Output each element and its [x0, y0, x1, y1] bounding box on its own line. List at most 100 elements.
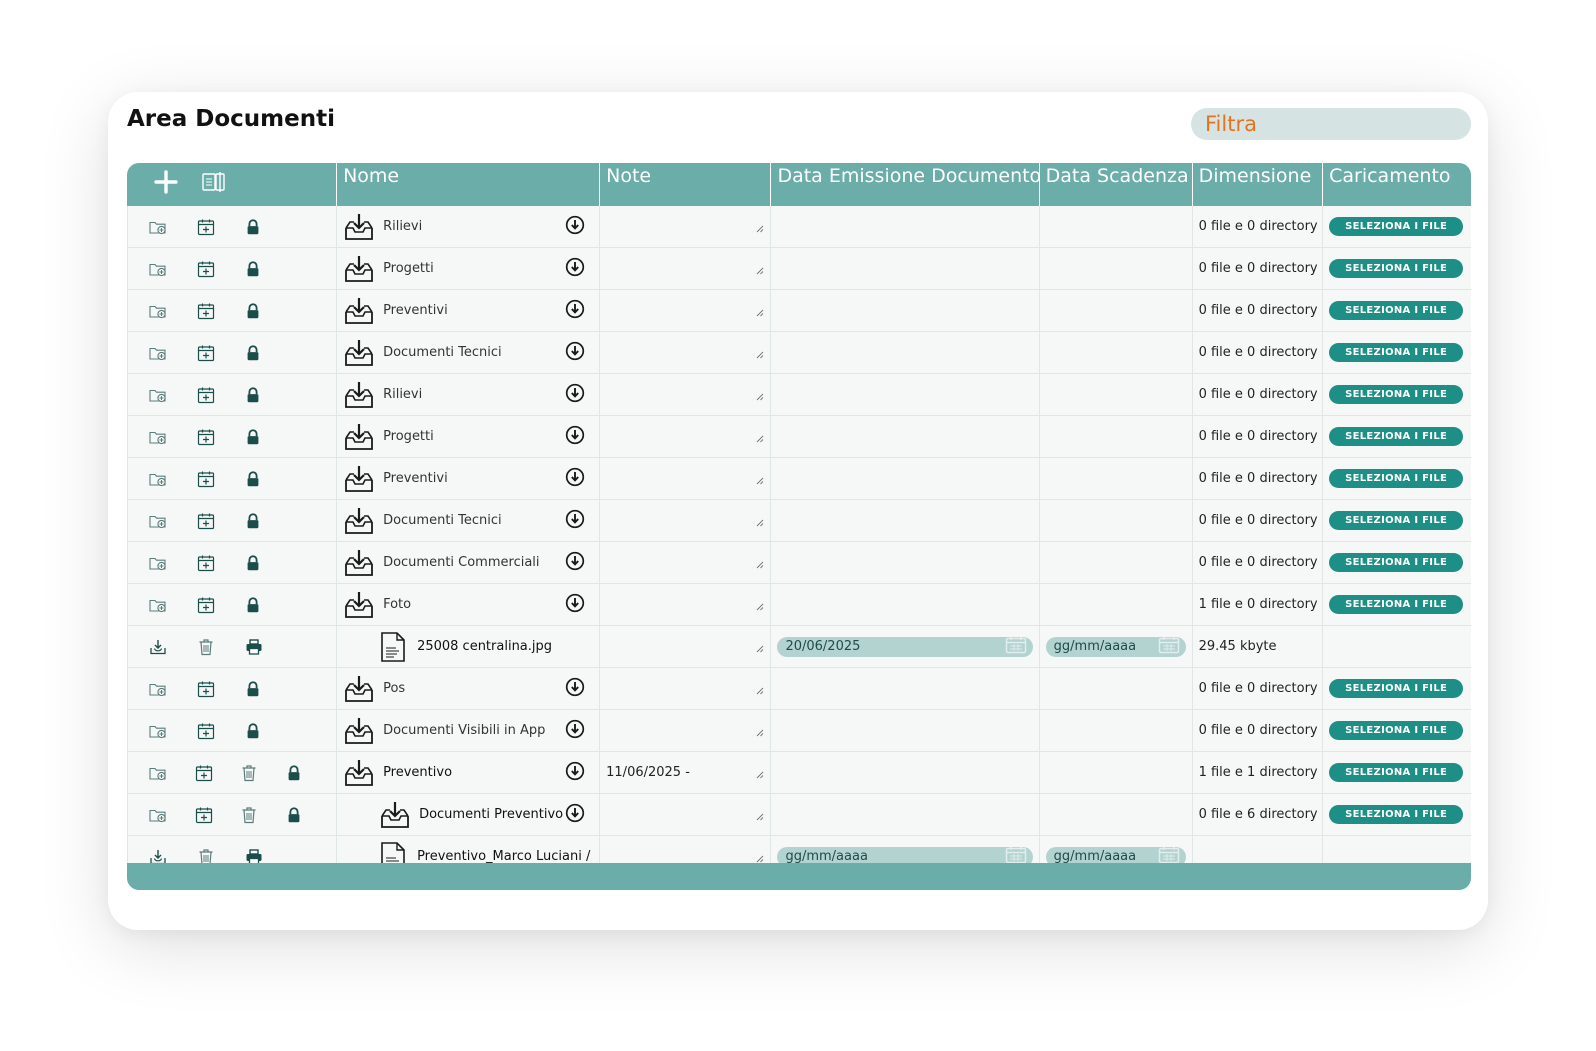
folder-name[interactable]: Preventivi [383, 471, 565, 486]
column-header-nome[interactable]: Nome [337, 163, 601, 206]
folder-download-icon[interactable] [343, 253, 375, 285]
folder-name[interactable]: Progetti [383, 429, 565, 444]
note-text[interactable]: 11/06/2025 - [606, 765, 690, 780]
select-files-button[interactable]: SELEZIONA I FILE [1329, 721, 1464, 740]
calendar-add-icon[interactable] [196, 343, 216, 363]
lock-icon[interactable] [244, 386, 262, 404]
add-folder-icon[interactable] [148, 301, 168, 321]
file-name[interactable]: 25008 centralina.jpg [417, 639, 593, 654]
circle-download-icon[interactable] [565, 593, 585, 617]
select-files-button[interactable]: SELEZIONA I FILE [1329, 469, 1464, 488]
note-cell[interactable]: 11/06/2025 - [600, 752, 772, 794]
folder-name[interactable]: Pos [383, 681, 565, 696]
add-folder-icon[interactable] [148, 385, 168, 405]
note-cell[interactable] [600, 416, 772, 458]
plus-icon[interactable] [153, 169, 179, 200]
add-folder-icon[interactable] [148, 427, 168, 447]
note-cell[interactable] [600, 500, 772, 542]
folder-download-icon[interactable] [379, 799, 411, 831]
resize-grip-icon[interactable] [756, 558, 764, 573]
add-folder-icon[interactable] [148, 679, 168, 699]
trash-icon[interactable] [239, 805, 259, 825]
folder-download-icon[interactable] [343, 757, 375, 789]
note-cell[interactable] [600, 626, 772, 668]
add-folder-icon[interactable] [148, 259, 168, 279]
note-cell[interactable] [600, 374, 772, 416]
add-folder-icon[interactable] [148, 343, 168, 363]
folder-download-icon[interactable] [343, 547, 375, 579]
columns-toggle-icon[interactable] [201, 170, 227, 199]
folder-name[interactable]: Documenti Preventivo [419, 807, 565, 822]
calendar-add-icon[interactable] [194, 805, 214, 825]
calendar-add-icon[interactable] [196, 301, 216, 321]
folder-name[interactable]: Preventivi [383, 303, 565, 318]
select-files-button[interactable]: SELEZIONA I FILE [1329, 805, 1464, 824]
calendar-add-icon[interactable] [196, 469, 216, 489]
folder-name[interactable]: Documenti Commerciali [383, 555, 565, 570]
circle-download-icon[interactable] [565, 383, 585, 407]
resize-grip-icon[interactable] [756, 810, 764, 825]
circle-download-icon[interactable] [565, 509, 585, 533]
filter-input[interactable] [1191, 108, 1471, 140]
add-folder-icon[interactable] [148, 805, 168, 825]
circle-download-icon[interactable] [565, 467, 585, 491]
file-name[interactable]: Preventivo_Marco Luciani / [417, 849, 593, 864]
folder-download-icon[interactable] [343, 211, 375, 243]
note-cell[interactable] [600, 710, 772, 752]
select-files-button[interactable]: SELEZIONA I FILE [1329, 301, 1464, 320]
calendar-add-icon[interactable] [196, 511, 216, 531]
calendar-add-icon[interactable] [196, 259, 216, 279]
add-folder-icon[interactable] [148, 721, 168, 741]
lock-icon[interactable] [244, 344, 262, 362]
folder-download-icon[interactable] [343, 421, 375, 453]
select-files-button[interactable]: SELEZIONA I FILE [1329, 385, 1464, 404]
lock-icon[interactable] [244, 722, 262, 740]
circle-download-icon[interactable] [565, 299, 585, 323]
trash-icon[interactable] [196, 637, 216, 657]
note-cell[interactable] [600, 458, 772, 500]
lock-icon[interactable] [244, 218, 262, 236]
circle-download-icon[interactable] [565, 761, 585, 785]
calendar-picker-icon[interactable] [1158, 636, 1180, 658]
folder-download-icon[interactable] [343, 337, 375, 369]
note-cell[interactable] [600, 290, 772, 332]
lock-icon[interactable] [285, 806, 303, 824]
add-folder-icon[interactable] [148, 217, 168, 237]
calendar-add-icon[interactable] [196, 385, 216, 405]
folder-download-icon[interactable] [343, 295, 375, 327]
circle-download-icon[interactable] [565, 677, 585, 701]
select-files-button[interactable]: SELEZIONA I FILE [1329, 511, 1464, 530]
folder-download-icon[interactable] [343, 379, 375, 411]
note-cell[interactable] [600, 206, 772, 248]
calendar-add-icon[interactable] [196, 721, 216, 741]
circle-download-icon[interactable] [565, 215, 585, 239]
emission-date-input[interactable]: 20/06/2025 [777, 637, 1033, 657]
resize-grip-icon[interactable] [756, 684, 764, 699]
resize-grip-icon[interactable] [756, 264, 764, 279]
calendar-add-icon[interactable] [194, 763, 214, 783]
circle-download-icon[interactable] [565, 341, 585, 365]
lock-icon[interactable] [244, 596, 262, 614]
note-cell[interactable] [600, 794, 772, 836]
lock-icon[interactable] [244, 512, 262, 530]
note-cell[interactable] [600, 668, 772, 710]
print-icon[interactable] [244, 637, 264, 657]
trash-icon[interactable] [239, 763, 259, 783]
folder-name[interactable]: Preventivo [383, 765, 565, 780]
resize-grip-icon[interactable] [756, 390, 764, 405]
lock-icon[interactable] [244, 554, 262, 572]
select-files-button[interactable]: SELEZIONA I FILE [1329, 553, 1464, 572]
lock-icon[interactable] [244, 470, 262, 488]
lock-icon[interactable] [244, 680, 262, 698]
folder-download-icon[interactable] [343, 715, 375, 747]
lock-icon[interactable] [244, 428, 262, 446]
add-folder-icon[interactable] [148, 595, 168, 615]
calendar-add-icon[interactable] [196, 427, 216, 447]
select-files-button[interactable]: SELEZIONA I FILE [1329, 679, 1464, 698]
expiry-date-input[interactable]: gg/mm/aaaa [1045, 636, 1186, 658]
resize-grip-icon[interactable] [756, 726, 764, 741]
column-header-note[interactable]: Note [600, 163, 772, 206]
folder-name[interactable]: Documenti Visibili in App [383, 723, 565, 738]
select-files-button[interactable]: SELEZIONA I FILE [1329, 259, 1464, 278]
folder-name[interactable]: Foto [383, 597, 565, 612]
